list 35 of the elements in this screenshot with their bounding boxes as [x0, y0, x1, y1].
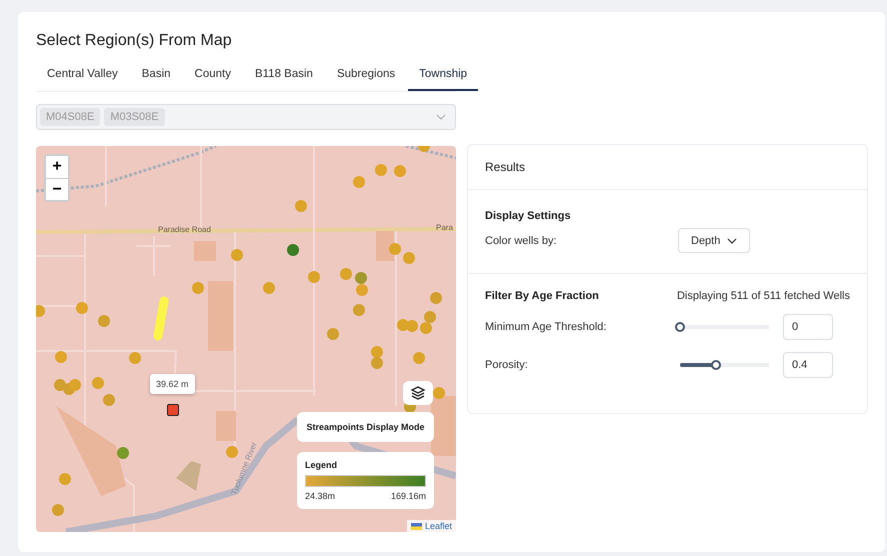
slider-thumb[interactable]	[675, 322, 685, 332]
road-label: Para	[436, 223, 453, 232]
flag-icon	[410, 522, 422, 530]
chevron-down-icon	[436, 114, 446, 120]
results-title: Results	[468, 145, 867, 190]
slider-label: Minimum Age Threshold:	[485, 321, 608, 333]
region-tag: M03S08E	[104, 108, 165, 126]
layers-button[interactable]	[403, 381, 433, 405]
map-tooltip: 39.62 m	[150, 374, 195, 394]
region-tab[interactable]: Subregions	[326, 61, 406, 91]
region-tab[interactable]: County	[184, 61, 242, 91]
chevron-down-icon	[727, 238, 738, 244]
zoom-out-button[interactable]: −	[46, 178, 68, 200]
display-mode-button[interactable]: Streampoints Display Mode	[297, 412, 434, 442]
slider-label: Porosity:	[485, 359, 529, 371]
wells-count: Displaying 511 of 511 fetched Wells	[676, 290, 850, 302]
section-heading: Filter By Age Fraction	[485, 290, 599, 302]
legend-title: Legend	[305, 460, 338, 470]
selected-well-marker[interactable]	[167, 404, 179, 416]
region-tab[interactable]: Central Valley	[36, 61, 129, 91]
number-input[interactable]: 0	[783, 314, 833, 340]
legend-max: 169.16m	[390, 491, 426, 501]
road-label: Paradise Road	[158, 225, 211, 234]
number-input[interactable]: 0.4	[783, 352, 833, 378]
legend-min: 24.38m	[305, 491, 336, 501]
region-tab[interactable]: B118 Basin	[244, 61, 324, 91]
page-title: Select Region(s) From Map	[36, 32, 233, 51]
layers-icon	[410, 385, 426, 401]
section-heading: Display Settings	[485, 210, 572, 222]
region-tab[interactable]: Basin	[130, 61, 182, 91]
slider-thumb[interactable]	[710, 360, 721, 370]
color-by-dropdown[interactable]: Depth	[678, 228, 750, 253]
region-tab[interactable]: Township	[408, 61, 478, 91]
field-label: Color wells by:	[485, 234, 558, 246]
region-tag: M04S08E	[40, 108, 100, 126]
